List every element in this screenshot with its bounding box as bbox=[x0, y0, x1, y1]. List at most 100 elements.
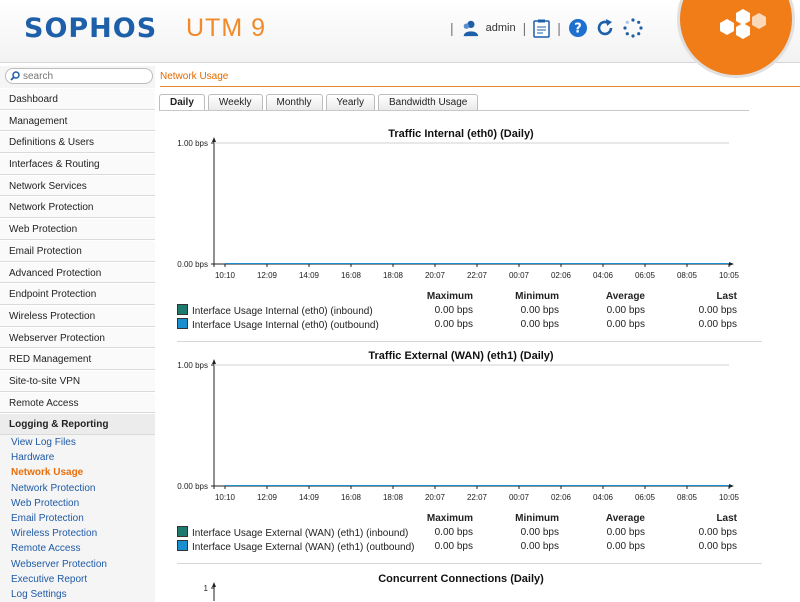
tab-daily[interactable]: Daily bbox=[159, 94, 205, 110]
x-tick-label: 20:07 bbox=[425, 493, 446, 502]
sidebar-item-definitions-and-users[interactable]: Definitions & Users bbox=[0, 131, 155, 154]
y-axis-arrow bbox=[212, 582, 216, 587]
main-menu: Dashboard Management Definitions & Users In… bbox=[0, 88, 155, 602]
subnav-item-email-protection[interactable]: Email Protection bbox=[0, 510, 155, 527]
legend-header-last: Last bbox=[716, 513, 737, 524]
series-name: Interface Usage External (WAN) (eth1) (i… bbox=[192, 528, 409, 539]
series-name: Interface Usage Internal (eth0) (outboun… bbox=[192, 320, 379, 331]
legend-stat-maximum: 0.00 bps bbox=[434, 319, 473, 330]
svg-text:?: ? bbox=[574, 22, 582, 37]
search-input[interactable] bbox=[20, 70, 143, 82]
sidebar-item-logging-and-reporting[interactable]: Logging & Reporting bbox=[0, 413, 155, 435]
sidebar-item-email-protection[interactable]: Email Protection bbox=[0, 239, 155, 262]
sidebar-item-network-protection[interactable]: Network Protection bbox=[0, 196, 155, 219]
subnav-item-hardware[interactable]: Hardware bbox=[0, 450, 155, 466]
series-swatch bbox=[177, 304, 188, 315]
sidebar-item-red-management[interactable]: RED Management bbox=[0, 348, 155, 370]
legend-header-minimum: Minimum bbox=[515, 291, 559, 302]
subnav-item-web-protection[interactable]: Web Protection bbox=[0, 495, 155, 511]
series-swatch bbox=[177, 540, 188, 551]
sidebar-item-management[interactable]: Management bbox=[0, 109, 155, 132]
legend-stat-last: 0.00 bps bbox=[698, 319, 737, 330]
legend-stat-maximum: 0.00 bps bbox=[434, 541, 473, 552]
legend-stat-average: 0.00 bps bbox=[606, 319, 645, 330]
sidebar-item-site-to-site-vpn[interactable]: Site-to-site VPN bbox=[0, 369, 155, 392]
x-tick-label: 12:09 bbox=[257, 271, 278, 280]
user-icon[interactable] bbox=[461, 19, 479, 37]
y-axis-arrow bbox=[212, 359, 216, 364]
y-tick-label: 0.00 bps bbox=[177, 482, 208, 491]
help-icon[interactable]: ? bbox=[568, 18, 588, 38]
tab-weekly[interactable]: Weekly bbox=[207, 94, 263, 110]
x-tick-label: 02:06 bbox=[551, 271, 572, 280]
search-icon bbox=[10, 71, 20, 81]
separator: | bbox=[522, 20, 527, 36]
sidebar: DashboardManagementDefinitions & UsersIn… bbox=[0, 66, 155, 602]
x-tick-label: 14:09 bbox=[299, 493, 320, 502]
chart-plot: 1.00 bps 0.00 bps 10:10 12:09 14:09 16:08 18:0… bbox=[177, 359, 740, 502]
sidebar-item-network-services[interactable]: Network Services bbox=[0, 174, 155, 197]
legend-stat-last: 0.00 bps bbox=[698, 305, 737, 316]
divider bbox=[177, 341, 762, 342]
sidebar-item-remote-access[interactable]: Remote Access bbox=[0, 391, 155, 414]
x-tick-label: 14:09 bbox=[299, 271, 320, 280]
subnav-item-webserver-protection[interactable]: Webserver Protection bbox=[0, 556, 155, 572]
clipboard-icon[interactable] bbox=[533, 19, 550, 38]
separator: | bbox=[557, 20, 561, 36]
legend-stat-minimum: 0.00 bps bbox=[520, 541, 559, 552]
x-tick-label: 10:05 bbox=[719, 493, 740, 502]
tab-monthly[interactable]: Monthly bbox=[265, 94, 323, 110]
x-tick-label: 04:06 bbox=[593, 271, 614, 280]
tab-underline bbox=[159, 110, 749, 111]
search-box[interactable] bbox=[5, 68, 153, 84]
legend-header-maximum: Maximum bbox=[426, 513, 473, 524]
legend-stat-maximum: 0.00 bps bbox=[434, 305, 473, 316]
x-tick-label: 10:05 bbox=[719, 271, 740, 280]
legend-header-maximum: Maximum bbox=[426, 291, 473, 302]
series-name: Interface Usage Internal (eth0) (inbound… bbox=[192, 306, 373, 317]
sidebar-item-advanced-protection[interactable]: Advanced Protection bbox=[0, 261, 155, 284]
legend-stat-average: 0.00 bps bbox=[606, 527, 645, 538]
y-axis-arrow bbox=[212, 137, 216, 142]
subnav-item-network-protection[interactable]: Network Protection bbox=[0, 480, 155, 496]
y-tick-label: 1.00 bps bbox=[177, 361, 208, 370]
series-name: Interface Usage External (WAN) (eth1) (o… bbox=[192, 542, 415, 553]
subnav-item-remote-access[interactable]: Remote Access bbox=[0, 541, 155, 557]
product-name: UTM 9 bbox=[186, 14, 266, 42]
app-header: SOPHOS UTM 9 | admin | | ? bbox=[0, 0, 800, 78]
tab-yearly[interactable]: Yearly bbox=[325, 94, 375, 110]
subnav-item-executive-report[interactable]: Executive Report bbox=[0, 571, 155, 587]
tab-bandwidth-usage[interactable]: Bandwidth Usage bbox=[377, 94, 479, 110]
sidebar-item-interfaces-and-routing[interactable]: Interfaces & Routing bbox=[0, 153, 155, 175]
legend-header-average: Average bbox=[605, 291, 645, 302]
x-tick-label: 16:08 bbox=[341, 271, 362, 280]
sidebar-item-wireless-protection[interactable]: Wireless Protection bbox=[0, 304, 155, 327]
sidebar-item-web-protection[interactable]: Web Protection bbox=[0, 218, 155, 240]
legend-stat-last: 0.00 bps bbox=[698, 541, 737, 552]
user-name[interactable]: admin bbox=[486, 22, 516, 34]
subnav-item-wireless-protection[interactable]: Wireless Protection bbox=[0, 526, 155, 542]
legend-stat-average: 0.00 bps bbox=[606, 305, 645, 316]
hexagon-logo-icon bbox=[720, 9, 766, 39]
sidebar-item-webserver-protection[interactable]: Webserver Protection bbox=[0, 326, 155, 349]
tab-bar: Daily Weekly Monthly Yearly Bandwidth Usage bbox=[159, 94, 479, 110]
subnav-item-log-settings[interactable]: Log Settings bbox=[0, 586, 155, 602]
x-tick-label: 08:05 bbox=[677, 493, 698, 502]
legend-stat-average: 0.00 bps bbox=[606, 541, 645, 552]
legend-header-average: Average bbox=[605, 513, 645, 524]
x-tick-label: 18:08 bbox=[383, 493, 404, 502]
x-axis-arrow bbox=[729, 484, 734, 488]
header-tools: | admin | | ? bbox=[450, 16, 644, 40]
subnav-item-view-log-files[interactable]: View Log Files bbox=[0, 435, 155, 451]
y-tick-label: 1.00 bps bbox=[177, 139, 208, 148]
x-tick-label: 06:05 bbox=[635, 493, 656, 502]
reload-icon[interactable] bbox=[595, 18, 615, 38]
sidebar-item-endpoint-protection[interactable]: Endpoint Protection bbox=[0, 283, 155, 305]
sidebar-item-dashboard[interactable]: Dashboard bbox=[0, 88, 155, 110]
y-tick-label: 0.00 bps bbox=[177, 260, 208, 269]
legend-stat-minimum: 0.00 bps bbox=[520, 305, 559, 316]
legend-stat-minimum: 0.00 bps bbox=[520, 527, 559, 538]
x-tick-label: 12:09 bbox=[257, 493, 278, 502]
legend-stat-maximum: 0.00 bps bbox=[434, 527, 473, 538]
subnav-item-network-usage[interactable]: Network Usage bbox=[0, 465, 155, 481]
